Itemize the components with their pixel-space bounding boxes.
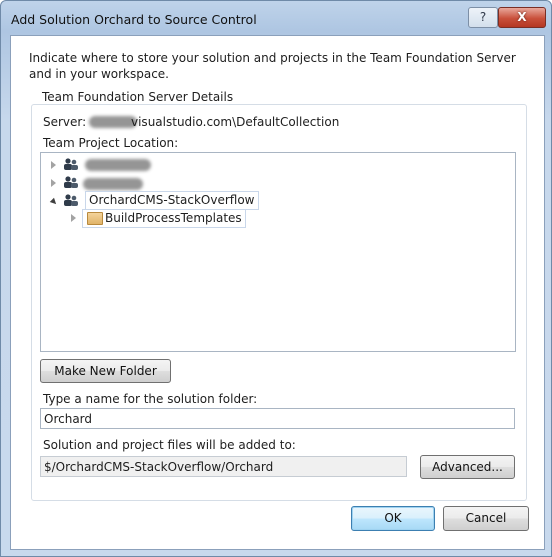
group-legend: Team Foundation Server Details xyxy=(39,90,237,104)
folder-icon xyxy=(87,212,103,225)
advanced-button[interactable]: Advanced... xyxy=(420,455,515,479)
window-title: Add Solution Orchard to Source Control xyxy=(11,12,257,27)
redacted-mark xyxy=(83,178,143,190)
dialog-body: Indicate where to store your solution an… xyxy=(10,35,545,550)
server-value: visualstudio.com\DefaultCollection xyxy=(131,115,340,129)
tree-item-folder[interactable]: BuildProcessTemplates xyxy=(82,209,246,228)
destination-path-field: $/OrchardCMS-StackOverflow/Orchard xyxy=(40,456,407,477)
make-new-folder-button[interactable]: Make New Folder xyxy=(40,359,171,383)
server-label: Server: xyxy=(43,115,87,129)
dialog-window: Add Solution Orchard to Source Control ?… xyxy=(0,0,552,557)
help-button[interactable]: ? xyxy=(468,7,498,28)
expand-arrow-icon[interactable] xyxy=(71,214,76,222)
team-project-icon xyxy=(64,158,78,170)
tree-item[interactable] xyxy=(49,157,169,174)
expand-arrow-icon[interactable] xyxy=(51,179,56,187)
team-project-tree[interactable]: OrchardCMS-StackOverflow BuildProcessTem… xyxy=(40,152,516,352)
team-project-icon xyxy=(64,194,78,206)
collapse-arrow-icon[interactable] xyxy=(49,197,59,207)
team-project-icon xyxy=(64,176,78,188)
redacted-mark xyxy=(89,116,137,128)
destination-label: Solution and project files will be added… xyxy=(43,438,296,452)
tree-item-team-project[interactable]: OrchardCMS-StackOverflow xyxy=(85,191,259,210)
folder-label: BuildProcessTemplates xyxy=(105,211,242,225)
solution-folder-label: Type a name for the solution folder: xyxy=(43,392,258,406)
intro-text: Indicate where to store your solution an… xyxy=(29,51,516,81)
close-button[interactable]: X xyxy=(498,7,546,28)
title-bar[interactable]: Add Solution Orchard to Source Control ?… xyxy=(1,1,551,35)
redacted-mark xyxy=(85,159,151,171)
ok-button[interactable]: OK xyxy=(351,506,435,531)
expand-arrow-icon[interactable] xyxy=(51,161,56,169)
solution-folder-input[interactable]: Orchard xyxy=(40,408,515,429)
tree-item[interactable] xyxy=(49,175,169,192)
team-project-location-label: Team Project Location: xyxy=(43,136,179,150)
cancel-button[interactable]: Cancel xyxy=(443,506,529,531)
